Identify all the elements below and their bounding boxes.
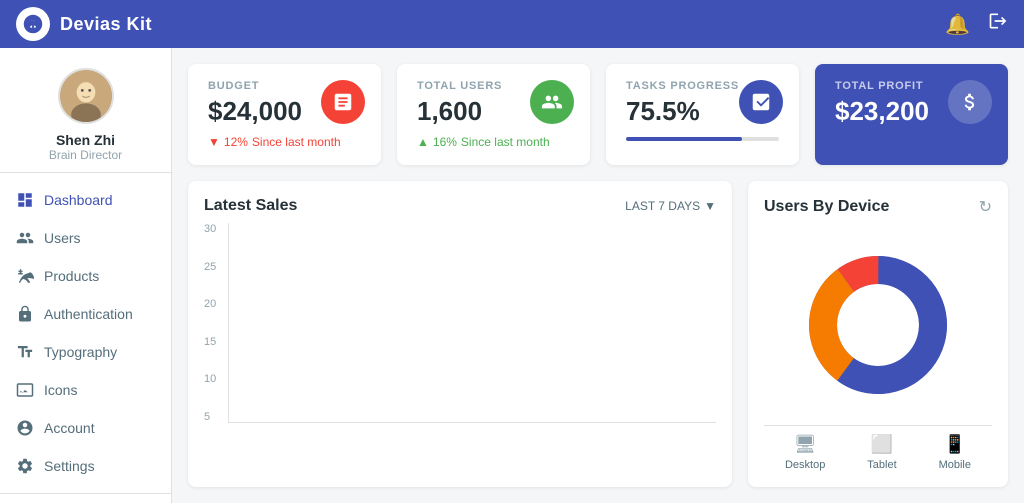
top-navbar: Devias Kit 🔔: [0, 0, 1024, 48]
sidebar-item-label-icons: Icons: [44, 382, 77, 398]
sidebar-bottom: [0, 493, 171, 503]
avatar: [58, 68, 114, 124]
sidebar-item-account[interactable]: Account: [0, 409, 171, 447]
tablet-label: Tablet: [867, 459, 896, 471]
users-change-pct: 16%: [433, 135, 457, 149]
device-card-header: Users By Device ↻: [764, 197, 992, 217]
authentication-nav-icon: [16, 305, 34, 323]
refresh-icon[interactable]: ↻: [979, 197, 992, 217]
mobile-label: Mobile: [939, 459, 971, 471]
device-title: Users By Device: [764, 198, 889, 216]
settings-nav-icon: [16, 457, 34, 475]
profile-name: Shen Zhi: [56, 132, 115, 148]
main-content: BUDGET $24,000 ▼ 12% Since last month TO…: [172, 48, 1024, 503]
y-axis: 5 10 15 20 25 30: [204, 223, 228, 423]
device-tablet: ⬜ Tablet: [867, 434, 896, 471]
main-layout: Shen Zhi Brain Director Dashboard Users: [0, 48, 1024, 503]
stat-card-budget: BUDGET $24,000 ▼ 12% Since last month: [188, 64, 381, 165]
sidebar-item-label-authentication: Authentication: [44, 306, 133, 322]
sales-card-header: Latest Sales LAST 7 DAYS ▼: [204, 197, 716, 215]
stat-card-users: TOTAL USERS 1,600 ▲ 16% Since last month: [397, 64, 590, 165]
typography-nav-icon: [16, 343, 34, 361]
sidebar-item-users[interactable]: Users: [0, 219, 171, 257]
tasks-icon: [739, 80, 783, 124]
products-nav-icon: [16, 267, 34, 285]
logout-icon[interactable]: [988, 11, 1008, 37]
sidebar-item-icons[interactable]: Icons: [0, 371, 171, 409]
profit-icon: [948, 80, 992, 124]
device-card: Users By Device ↻: [748, 181, 1008, 487]
desktop-icon: 🖥: [794, 434, 817, 455]
topnav-actions: 🔔: [945, 11, 1008, 37]
device-legend: 🖥 Desktop ⬜ Tablet 📱 Mobile: [764, 425, 992, 471]
tasks-progress-bar: [626, 137, 779, 141]
sidebar-item-authentication[interactable]: Authentication: [0, 295, 171, 333]
sidebar-profile: Shen Zhi Brain Director: [0, 48, 171, 173]
avatar-image: [60, 70, 112, 122]
bars-container: [228, 223, 716, 423]
sidebar-item-products[interactable]: Products: [0, 257, 171, 295]
device-mobile: 📱 Mobile: [939, 434, 971, 471]
profile-role: Brain Director: [49, 148, 122, 162]
logo-area: Devias Kit: [16, 7, 152, 41]
notification-icon[interactable]: 🔔: [945, 12, 970, 37]
stat-card-tasks: TASKS PROGRESS 75.5%: [606, 64, 799, 165]
device-desktop: 🖥 Desktop: [785, 434, 825, 471]
users-icon: [530, 80, 574, 124]
filter-chevron-icon: ▼: [704, 199, 716, 213]
donut-chart: [798, 245, 958, 405]
budget-change-text: Since last month: [252, 135, 341, 149]
desktop-label: Desktop: [785, 459, 825, 471]
sidebar-item-label-typography: Typography: [44, 344, 117, 360]
budget-change-pct: 12%: [224, 135, 248, 149]
users-arrow-up: ▲: [417, 135, 429, 149]
sidebar-item-label-users: Users: [44, 230, 81, 246]
sidebar-item-typography[interactable]: Typography: [0, 333, 171, 371]
users-change: ▲ 16% Since last month: [417, 135, 570, 149]
budget-change: ▼ 12% Since last month: [208, 135, 361, 149]
users-nav-icon: [16, 229, 34, 247]
sales-filter[interactable]: LAST 7 DAYS ▼: [625, 199, 716, 213]
sidebar-item-dashboard[interactable]: Dashboard: [0, 181, 171, 219]
app-title: Devias Kit: [60, 14, 152, 35]
sidebar-item-label-settings: Settings: [44, 458, 95, 474]
tasks-progress-fill: [626, 137, 742, 141]
sidebar-item-label-dashboard: Dashboard: [44, 192, 113, 208]
sidebar-item-label-products: Products: [44, 268, 99, 284]
sidebar-item-settings[interactable]: Settings: [0, 447, 171, 485]
budget-arrow-down: ▼: [208, 135, 220, 149]
icons-nav-icon: [16, 381, 34, 399]
sales-filter-label: LAST 7 DAYS: [625, 199, 700, 213]
sidebar: Shen Zhi Brain Director Dashboard Users: [0, 48, 172, 503]
sidebar-item-label-account: Account: [44, 420, 95, 436]
users-change-text: Since last month: [461, 135, 550, 149]
stats-row: BUDGET $24,000 ▼ 12% Since last month TO…: [188, 64, 1008, 165]
budget-icon: [321, 80, 365, 124]
stat-card-profit: TOTAL PROFIT $23,200: [815, 64, 1008, 165]
donut-chart-wrap: [764, 225, 992, 425]
account-nav-icon: [16, 419, 34, 437]
sales-title: Latest Sales: [204, 197, 297, 215]
mobile-icon: 📱: [944, 434, 966, 455]
charts-row: Latest Sales LAST 7 DAYS ▼ 5 10 15 20 25…: [188, 181, 1008, 487]
dashboard-icon: [16, 191, 34, 209]
tablet-icon: ⬜: [871, 434, 893, 455]
sales-card: Latest Sales LAST 7 DAYS ▼ 5 10 15 20 25…: [188, 181, 732, 487]
logo-icon: [16, 7, 50, 41]
nav-items: Dashboard Users Products A: [0, 173, 171, 493]
